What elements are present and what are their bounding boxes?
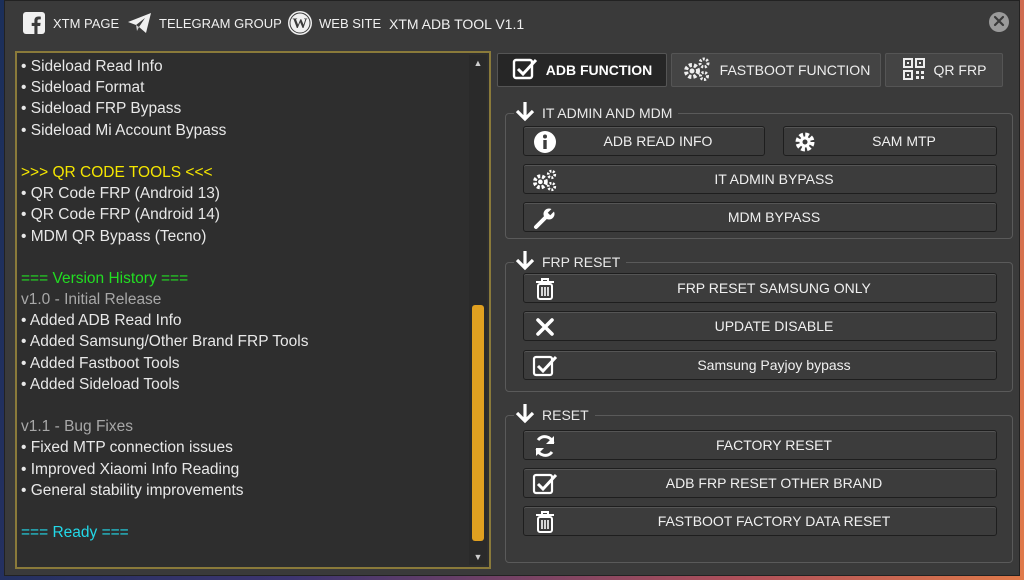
log-scrollbar[interactable]: ▲ ▼ [469,55,487,565]
group-header: RESET [514,402,595,427]
website-link[interactable]: W WEB SITE [287,10,381,36]
button-label: ADB READ INFO [603,133,713,149]
arrow-down-icon: ▼ [473,552,483,562]
button-label: FASTBOOT FACTORY DATA RESET [657,513,891,529]
wordpress-icon: W [287,10,313,36]
checkbox-icon [512,57,538,84]
log-output: • Sideload Read Info • Sideload Format • S… [21,56,467,543]
close-icon [532,314,558,340]
log-line: • Improved Xiaomi Info Reading [21,460,240,478]
telegram-label: TELEGRAM GROUP [159,15,282,31]
it-admin-bypass-button[interactable]: IT ADMIN BYPASS [523,164,997,194]
tab-adb-function[interactable]: ADB FUNCTION [497,53,667,87]
button-label: FRP RESET SAMSUNG ONLY [677,280,871,296]
wrench-icon [532,205,558,231]
adb-read-info-button[interactable]: ADB READ INFO [523,126,765,156]
fastboot-factory-data-reset-button[interactable]: FASTBOOT FACTORY DATA RESET [523,506,997,536]
button-label: MDM BYPASS [727,209,821,225]
factory-reset-button[interactable]: FACTORY RESET [523,430,997,460]
scroll-thumb[interactable] [472,305,484,541]
scroll-up-button[interactable]: ▲ [469,55,487,71]
update-disable-button[interactable]: UPDATE DISABLE [523,311,997,341]
info-icon [532,129,558,155]
log-line: • Sideload Mi Account Bypass [21,121,227,139]
button-label: ADB FRP RESET OTHER BRAND [665,475,883,491]
arrow-down-icon [514,402,536,427]
group-frp-reset: FRP RESET FRP RESET SAMSUNG ONLY UPDATE … [505,249,1013,392]
samsung-payjoy-button[interactable]: Samsung Payjoy bypass [523,350,997,380]
button-label: IT ADMIN BYPASS [714,171,834,187]
log-line: • Added Fastboot Tools [21,354,180,372]
log-line: • Sideload FRP Bypass [21,100,182,118]
telegram-icon [127,10,153,36]
log-line: • Fixed MTP connection issues [21,439,233,457]
refresh-icon [532,433,558,459]
tab-label: FASTBOOT FUNCTION [719,62,871,78]
facebook-label: XTM PAGE [53,15,120,31]
sam-mtp-button[interactable]: SAM MTP [783,126,997,156]
log-line: • QR Code FRP (Android 13) [21,185,220,203]
close-icon [993,15,1005,30]
close-button[interactable] [989,12,1009,32]
gears-icon [532,167,558,193]
trash-icon [532,509,558,535]
facebook-link[interactable]: XTM PAGE [21,10,119,36]
group-header: IT ADMIN AND MDM [514,100,679,125]
log-line: • Sideload Read Info [21,58,163,75]
facebook-icon [21,10,47,36]
log-line: >>> QR CODE TOOLS <<< [21,163,213,181]
app-title: XTM ADB TOOL V1.1 [389,16,525,32]
frp-reset-samsung-button[interactable]: FRP RESET SAMSUNG ONLY [523,273,997,303]
tab-fastboot-function[interactable]: FASTBOOT FUNCTION [671,53,881,87]
mdm-bypass-button[interactable]: MDM BYPASS [523,202,997,232]
log-line: • Added Sideload Tools [21,375,180,393]
log-line: • MDM QR Bypass (Tecno) [21,227,207,245]
log-line: v1.0 - Initial Release [21,291,162,309]
checkbox-icon [532,471,558,497]
tab-label: QR FRP [933,62,987,78]
button-label: Samsung Payjoy bypass [697,357,851,373]
log-panel[interactable]: • Sideload Read Info • Sideload Format • S… [15,51,491,569]
tab-label: ADB FUNCTION [545,62,653,78]
tab-qr-frp[interactable]: QR FRP [885,53,1003,87]
log-line: === Version History === [21,269,189,287]
log-line: • Sideload Format [21,79,145,97]
gear-icon [792,129,818,155]
group-title: FRP RESET [542,253,621,270]
button-label: SAM MTP [872,133,936,149]
arrow-down-icon [514,249,536,274]
log-line: === Ready === [21,524,129,542]
log-line: • General stability improvements [21,481,244,499]
checkbox-icon [532,353,558,379]
group-reset: RESET FACTORY RESET ADB FRP RESET OTHER … [505,402,1013,563]
svg-text:W: W [293,16,308,32]
title-bar: XTM PAGE TELEGRAM GROUP W WEB SITE XTM A… [5,1,1019,45]
button-label: UPDATE DISABLE [714,318,834,334]
adb-frp-reset-other-brand-button[interactable]: ADB FRP RESET OTHER BRAND [523,468,997,498]
arrow-up-icon: ▲ [473,58,483,68]
trash-icon [532,276,558,302]
app-window: XTM PAGE TELEGRAM GROUP W WEB SITE XTM A… [4,0,1020,576]
function-tabs: ADB FUNCTION FASTBOOT FUNCTION QR FRP [497,53,1007,87]
group-title: IT ADMIN AND MDM [542,104,673,121]
group-title: RESET [542,406,589,423]
log-line: • Added ADB Read Info [21,312,182,330]
group-it-admin-mdm: IT ADMIN AND MDM ADB READ INFO SAM MTP I… [505,100,1013,239]
website-label: WEB SITE [319,15,382,31]
gears-icon [682,56,712,85]
arrow-down-icon [514,100,536,125]
button-label: FACTORY RESET [716,437,832,453]
qr-code-icon [902,57,926,84]
scroll-down-button[interactable]: ▼ [469,549,487,565]
group-header: FRP RESET [514,249,627,274]
log-line: • Added Samsung/Other Brand FRP Tools [21,333,309,351]
log-line: v1.1 - Bug Fixes [21,418,133,436]
telegram-link[interactable]: TELEGRAM GROUP [127,10,282,36]
log-line: • QR Code FRP (Android 14) [21,206,220,224]
